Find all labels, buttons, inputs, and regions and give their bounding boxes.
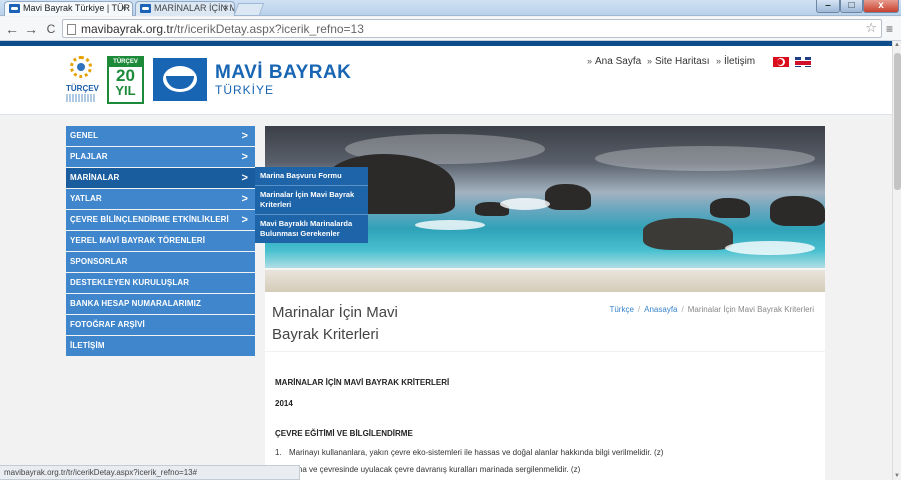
submenu-item-mavi-bayrak-kriterleri[interactable]: Marinalar İçin Mavi Bayrak Kriterleri (255, 186, 368, 215)
turkish-flag-icon[interactable] (773, 57, 789, 67)
topnav-site-haritasi[interactable]: » Site Haritası (647, 56, 709, 67)
scroll-down-arrow-icon[interactable]: ▼ (894, 473, 900, 479)
tab-marinalar[interactable]: MARİNALAR İÇİN MAVİ B × (135, 1, 235, 16)
site-favicon-icon (140, 4, 151, 13)
vertical-scrollbar[interactable]: ▲ ▼ (892, 41, 901, 480)
uk-flag-icon[interactable] (795, 57, 811, 67)
breadcrumb-current: Marinalar İçin Mavi Bayrak Kriterleri (687, 305, 814, 314)
double-chevron-icon: » (587, 56, 593, 66)
status-url-tooltip: mavibayrak.org.tr/tr/icerikDetay.aspx?ic… (0, 465, 300, 480)
minimize-button[interactable]: – (816, 0, 840, 13)
scroll-up-arrow-icon[interactable]: ▲ (894, 42, 900, 48)
breadcrumb-link-anasayfa[interactable]: Anasayfa (644, 305, 677, 314)
sidebar-item-iletisim[interactable]: İLETİŞİM (66, 336, 255, 356)
brand-subtitle: TÜRKİYE (215, 83, 275, 97)
main-content: MARİNALAR İÇİN MAVİ BAYRAK KRİTERLERİ 20… (265, 352, 825, 480)
maximize-button[interactable]: □ (840, 0, 863, 13)
section-heading: ÇEVRE EĞİTİMİ VE BİLGİLENDİRME (275, 429, 413, 438)
browser-toolbar: ← → C mavibayrak.org.tr/tr/icerikDetay.a… (0, 17, 901, 41)
chevron-right-icon: > (241, 130, 248, 142)
submenu-item-bulunmasi-gerekenler[interactable]: Mavi Bayraklı Marinalarda Bulunması Gere… (255, 215, 368, 243)
tab-title: Mavi Bayrak Türkiye | TÜR (23, 3, 131, 13)
page-title-box: Marinalar İçin Mavi Bayrak Kriterleri Tü… (265, 292, 825, 351)
sidebar-menu: GENEL > PLAJLAR > MARİNALAR > YATLAR > ÇEVRE… (66, 126, 255, 357)
turcev-logo[interactable]: TÜRÇEV (66, 54, 99, 106)
scrollbar-thumb[interactable] (894, 53, 901, 190)
topnav-ana-sayfa[interactable]: » Ana Sayfa (587, 56, 641, 67)
sidebar-item-banka-hesap[interactable]: BANKA HESAP NUMARALARIMIZ (66, 294, 255, 314)
double-chevron-icon: » (716, 56, 722, 66)
sidebar-item-cevre-bilinclendirme[interactable]: ÇEVRE BİLİNÇLENDİRME ETKİNLİKLERİ > (66, 210, 255, 230)
breadcrumb-link-turkce[interactable]: Türkçe (609, 305, 633, 314)
sidebar-item-fotograf-arsivi[interactable]: FOTOĞRAF ARŞİVİ (66, 315, 255, 335)
sun-icon (70, 56, 92, 78)
content-year: 2014 (275, 399, 293, 408)
content-heading: MARİNALAR İÇİN MAVİ BAYRAK KRİTERLERİ (275, 378, 450, 387)
close-window-button[interactable]: x (863, 0, 899, 13)
chevron-right-icon: > (241, 151, 248, 163)
double-chevron-icon: » (647, 56, 653, 66)
marinalar-submenu: Marina Başvuru Formu Marinalar İçin Mavi… (255, 167, 368, 243)
anniversary-20-logo: TÜRÇEV 20 YIL (107, 56, 144, 104)
turcev-label: TÜRÇEV (66, 84, 99, 93)
sidebar-item-genel[interactable]: GENEL > (66, 126, 255, 146)
chevron-right-icon: > (241, 193, 248, 205)
sidebar-item-plajlar[interactable]: PLAJLAR > (66, 147, 255, 167)
brand-title[interactable]: MAVİ BAYRAK (215, 62, 351, 84)
chevron-right-icon: > (241, 172, 248, 184)
tab-close-icon[interactable]: × (223, 2, 229, 15)
list-item: 1. Marinayı kullananlara, yakın çevre eko… (275, 448, 664, 457)
reload-icon[interactable]: C (43, 21, 59, 37)
page-title: Marinalar İçin Mavi Bayrak Kriterleri (272, 304, 398, 343)
browser-titlebar: Mavi Bayrak Türkiye | TÜR × MARİNALAR İÇ… (0, 0, 901, 16)
submenu-item-marina-basvuru[interactable]: Marina Başvuru Formu (255, 167, 368, 186)
browser-menu-icon[interactable]: ≡ (886, 22, 893, 36)
tab-mavi-bayrak[interactable]: Mavi Bayrak Türkiye | TÜR × (4, 1, 133, 16)
site-favicon-icon (9, 4, 20, 13)
topnav-iletisim[interactable]: » İletişim (716, 56, 755, 67)
back-arrow-icon[interactable]: ← (4, 21, 20, 37)
sidebar-item-destekleyen-kuruluslar[interactable]: DESTEKLEYEN KURULUŞLAR (66, 273, 255, 293)
page-icon (67, 24, 76, 35)
bookmark-star-icon[interactable]: ☆ (865, 20, 877, 36)
breadcrumb: Türkçe / Anasayfa / Marinalar İçin Mavi Bayr… (609, 305, 814, 314)
blue-flag-logo[interactable] (153, 58, 207, 101)
url-text[interactable]: mavibayrak.org.tr/tr/icerikDetay.aspx?ic… (81, 22, 364, 36)
sidebar-item-sponsorlar[interactable]: SPONSORLAR (66, 252, 255, 272)
chevron-right-icon: > (241, 214, 248, 226)
sidebar-item-yatlar[interactable]: YATLAR > (66, 189, 255, 209)
sidebar-item-yerel-torenler[interactable]: YEREL MAVİ BAYRAK TÖRENLERİ (66, 231, 255, 251)
wave-icon (163, 66, 197, 92)
new-tab-button[interactable] (233, 3, 265, 15)
site-header: TÜRÇEV TÜRÇEV 20 YIL MAVİ BAYRAK TÜRKİYE… (0, 46, 892, 115)
list-item: arina ve çevresinde uyulacak çevre davra… (289, 465, 581, 474)
address-bar[interactable]: mavibayrak.org.tr/tr/icerikDetay.aspx?ic… (62, 19, 882, 38)
forward-arrow-icon[interactable]: → (23, 21, 39, 37)
tab-close-icon[interactable]: × (121, 2, 127, 15)
sidebar-item-marinalar[interactable]: MARİNALAR > (66, 168, 255, 188)
